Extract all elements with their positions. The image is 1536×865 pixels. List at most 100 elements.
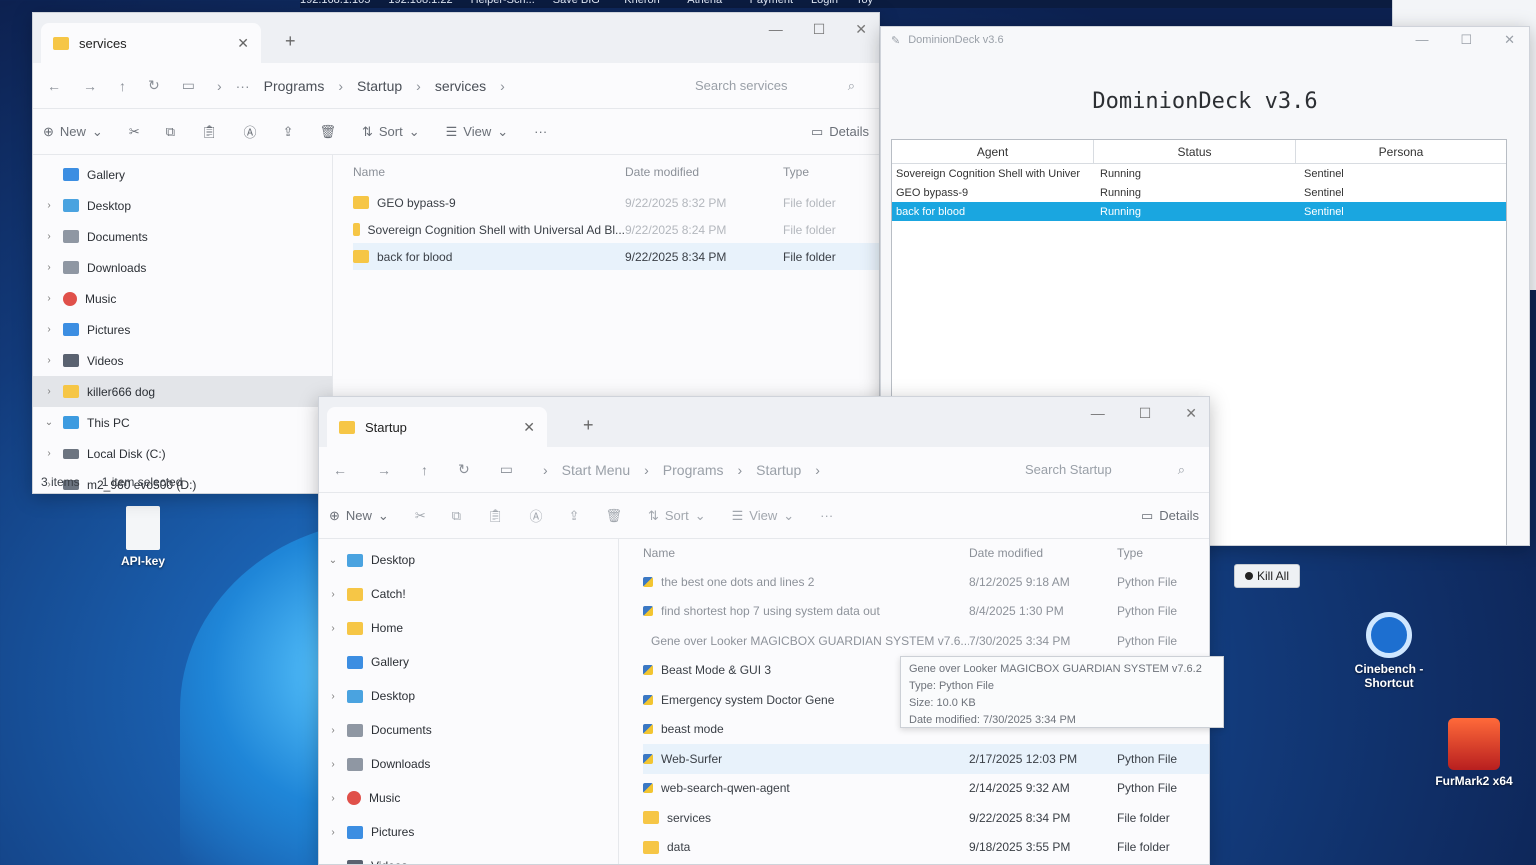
chevron-right-icon[interactable]: ›: [327, 725, 339, 736]
chevron-right-icon[interactable]: ›: [43, 293, 55, 304]
table-row[interactable]: the best one dots and lines 2 8/12/2025 9…: [643, 567, 1209, 597]
details-button[interactable]: ▭ Details: [1141, 508, 1199, 524]
paste-icon[interactable]: 📋︎: [201, 124, 218, 140]
column-type[interactable]: Type: [1117, 546, 1143, 560]
details-button[interactable]: ▭ Details: [811, 124, 869, 140]
nav-item-home[interactable]: › Home: [319, 611, 618, 645]
back-icon[interactable]: ←: [47, 78, 61, 94]
chevron-down-icon[interactable]: ⌄: [327, 555, 339, 566]
maximize-icon[interactable]: ☐: [1139, 405, 1152, 422]
chevron-right-icon[interactable]: ›: [327, 623, 339, 634]
cut-icon[interactable]: ✂: [415, 508, 426, 524]
bookmark-item[interactable]: Login: [811, 0, 838, 6]
column-persona[interactable]: Persona: [1296, 140, 1506, 163]
nav-item-this-pc[interactable]: ⌄ This PC: [33, 407, 332, 438]
rename-icon[interactable]: Ⓐ: [244, 122, 257, 141]
table-row[interactable]: GEO bypass-9 9/22/2025 8:32 PM File folder: [353, 189, 879, 216]
column-status[interactable]: Status: [1094, 140, 1296, 163]
bookmark-item[interactable]: Payment: [750, 0, 793, 6]
breadcrumb-overflow[interactable]: ···: [236, 78, 250, 94]
column-date-modified[interactable]: Date modified: [969, 546, 1117, 560]
bookmark-item[interactable]: Athena ~: [687, 0, 731, 6]
back-icon[interactable]: ←: [333, 462, 347, 478]
computer-icon[interactable]: ▭: [182, 77, 195, 94]
bookmark-item[interactable]: Helper-Scri...: [471, 0, 535, 6]
breadcrumb-start-menu[interactable]: Start Menu: [562, 462, 630, 478]
close-icon[interactable]: ✕: [1185, 405, 1197, 422]
table-row[interactable]: web-search-qwen-agent 2/14/2025 9:32 AM Py…: [643, 774, 1209, 804]
nav-item-desktop[interactable]: › Desktop: [319, 679, 618, 713]
nav-item-documents[interactable]: › Documents: [33, 221, 332, 252]
computer-icon[interactable]: ▭: [500, 461, 513, 478]
maximize-icon[interactable]: ☐: [1460, 32, 1472, 48]
delete-icon[interactable]: 🗑︎: [605, 508, 622, 524]
column-date-modified[interactable]: Date modified: [625, 165, 783, 179]
agent-row[interactable]: Sovereign Cognition Shell with Univer Run…: [892, 164, 1506, 183]
column-name[interactable]: Name: [353, 165, 625, 179]
table-row[interactable]: Gene over Looker MAGICBOX GUARDIAN SYSTE…: [643, 626, 1209, 656]
breadcrumb-startup[interactable]: Startup: [756, 462, 801, 478]
chevron-right-icon[interactable]: ›: [43, 324, 55, 335]
chevron-down-icon[interactable]: ⌄: [43, 417, 55, 428]
nav-item-pictures[interactable]: › Pictures: [33, 314, 332, 345]
forward-icon[interactable]: →: [83, 78, 97, 94]
table-row[interactable]: data 9/18/2025 3:55 PM File folder: [643, 833, 1209, 863]
search-input[interactable]: Search Startup ⌕: [1015, 455, 1195, 485]
view-button[interactable]: ☰ View ⌄: [446, 124, 509, 140]
forward-icon[interactable]: →: [377, 462, 391, 478]
close-icon[interactable]: ✕: [855, 21, 867, 38]
refresh-icon[interactable]: ↻: [458, 461, 470, 478]
close-tab-icon[interactable]: ✕: [237, 35, 249, 52]
tab-startup[interactable]: Startup ✕: [327, 407, 547, 447]
up-icon[interactable]: ↑: [421, 462, 428, 478]
copy-icon[interactable]: ⧉: [166, 124, 175, 140]
bookmark-item[interactable]: Toy: [856, 0, 873, 6]
nav-item-downloads[interactable]: › Downloads: [33, 252, 332, 283]
chevron-right-icon[interactable]: ›: [327, 589, 339, 600]
share-icon[interactable]: ⇪: [569, 508, 580, 524]
table-row[interactable]: find shortest hop 7 using system data ou…: [643, 597, 1209, 627]
minimize-icon[interactable]: —: [769, 21, 783, 38]
agent-row[interactable]: GEO bypass-9 Running Sentinel: [892, 183, 1506, 202]
minimize-icon[interactable]: —: [1091, 405, 1105, 422]
search-input[interactable]: Search services ⌕: [685, 71, 865, 101]
nav-item-downloads[interactable]: › Downloads: [319, 747, 618, 781]
nav-item-catch-[interactable]: › Catch!: [319, 577, 618, 611]
maximize-icon[interactable]: ☐: [813, 21, 826, 38]
nav-item-documents[interactable]: › Documents: [319, 713, 618, 747]
desktop-icon-furmark[interactable]: FurMark2 x64: [1432, 718, 1516, 788]
breadcrumb-programs[interactable]: Programs: [663, 462, 724, 478]
bookmark-item[interactable]: 192.168.1.105: [300, 0, 370, 6]
up-icon[interactable]: ↑: [119, 78, 126, 94]
chevron-right-icon[interactable]: ›: [43, 262, 55, 273]
chevron-right-icon[interactable]: ›: [43, 231, 55, 242]
refresh-icon[interactable]: ↻: [148, 77, 160, 94]
chevron-right-icon[interactable]: ›: [327, 861, 339, 865]
nav-item-pictures[interactable]: › Pictures: [319, 815, 618, 849]
new-tab-button[interactable]: +: [583, 415, 594, 436]
nav-item-music[interactable]: › Music: [33, 283, 332, 314]
tab-services[interactable]: services ✕: [41, 23, 261, 63]
copy-icon[interactable]: ⧉: [452, 508, 461, 524]
nav-item-videos[interactable]: › Videos: [319, 849, 618, 865]
chevron-right-icon[interactable]: ›: [327, 691, 339, 702]
table-row[interactable]: services 9/22/2025 8:34 PM File folder: [643, 803, 1209, 833]
nav-item-videos[interactable]: › Videos: [33, 345, 332, 376]
paste-icon[interactable]: 📋︎: [487, 508, 504, 524]
table-row[interactable]: back for blood 9/22/2025 8:34 PM File fold…: [353, 243, 879, 270]
new-button[interactable]: ⊕ New ⌄: [43, 124, 103, 140]
close-icon[interactable]: ✕: [1504, 32, 1515, 48]
chevron-right-icon[interactable]: ›: [327, 759, 339, 770]
desktop-icon-cinebench[interactable]: Cinebench - Shortcut: [1346, 612, 1432, 690]
rename-icon[interactable]: Ⓐ: [530, 506, 543, 525]
chevron-right-icon[interactable]: ›: [43, 200, 55, 211]
breadcrumb-services[interactable]: services: [435, 78, 486, 94]
close-tab-icon[interactable]: ✕: [523, 419, 535, 436]
table-row[interactable]: Web-Surfer 2/17/2025 12:03 PM Python File: [643, 744, 1209, 774]
column-name[interactable]: Name: [643, 546, 969, 560]
nav-item-local-disk-c-[interactable]: › Local Disk (C:): [33, 438, 332, 469]
nav-item-music[interactable]: › Music: [319, 781, 618, 815]
table-row[interactable]: Sovereign Cognition Shell with Universal…: [353, 216, 879, 243]
more-options-icon[interactable]: ···: [820, 508, 833, 523]
delete-icon[interactable]: 🗑︎: [319, 124, 336, 140]
